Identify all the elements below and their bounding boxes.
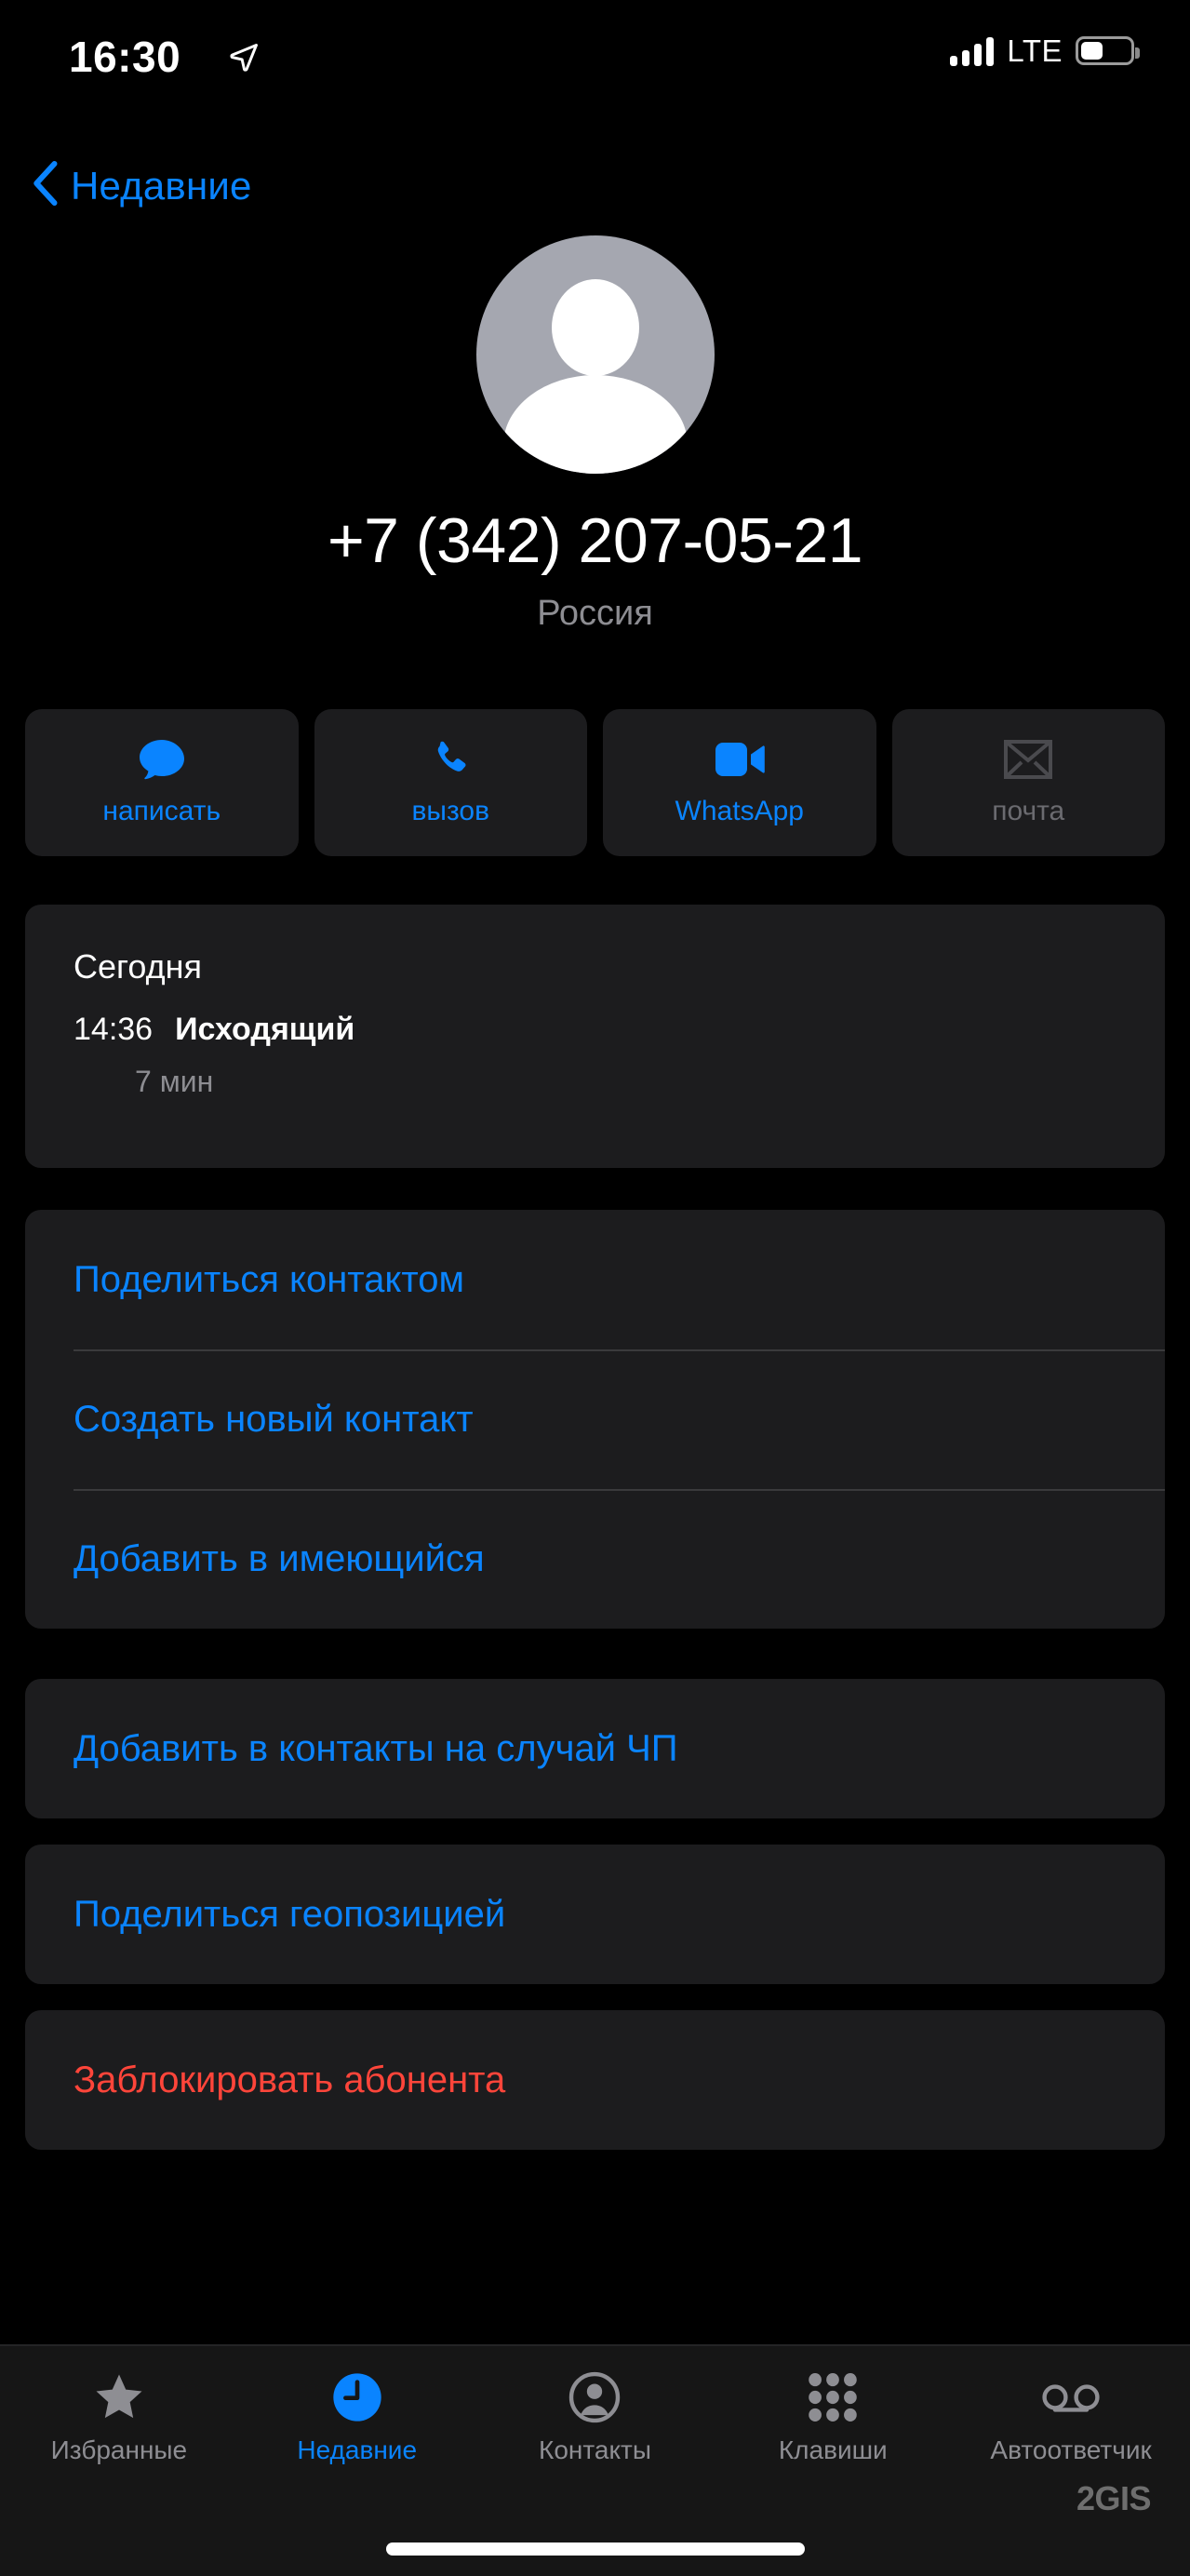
back-button[interactable]: Недавние	[32, 160, 252, 211]
tab-keypad[interactable]: Клавиши	[714, 2370, 952, 2465]
whatsapp-action-label: WhatsApp	[675, 796, 804, 826]
quick-actions-row: написать вызов WhatsApp почта	[25, 709, 1165, 856]
add-emergency-contact-item[interactable]: Добавить в контакты на случай ЧП	[25, 1679, 1165, 1818]
call-details-screen: 16:30 LTE Недавние +7 (342) 207-05-21 Ро…	[0, 0, 1190, 2576]
call-history-day: Сегодня	[74, 947, 202, 986]
voicemail-icon	[1042, 2370, 1100, 2424]
tab-recents[interactable]: Недавние	[238, 2370, 476, 2465]
phone-handset-icon	[429, 738, 472, 781]
block-caller-item[interactable]: Заблокировать абонента	[25, 2010, 1165, 2150]
emergency-contacts-card: Добавить в контакты на случай ЧП	[25, 1679, 1165, 1818]
message-action-label: написать	[102, 796, 221, 826]
share-location-card: Поделиться геопозицией	[25, 1845, 1165, 1984]
call-history-row: 14:36 Исходящий	[74, 1012, 354, 1048]
location-arrow-icon	[228, 41, 260, 77]
create-new-contact-item[interactable]: Создать новый контакт	[25, 1349, 1165, 1489]
person-circle-icon	[568, 2370, 621, 2424]
home-indicator[interactable]	[385, 2542, 805, 2556]
share-contact-item[interactable]: Поделиться контактом	[25, 1210, 1165, 1349]
status-bar-time: 16:30	[69, 33, 181, 81]
clock-icon	[331, 2370, 383, 2424]
tab-favorites-label: Избранные	[50, 2435, 188, 2464]
tab-recents-label: Недавние	[297, 2435, 418, 2464]
envelope-icon	[1004, 738, 1053, 781]
tab-contacts[interactable]: Контакты	[476, 2370, 715, 2465]
mail-action-button: почта	[891, 709, 1165, 856]
battery-icon	[1076, 36, 1140, 65]
call-history-duration: 7 мин	[135, 1065, 214, 1098]
call-history-type: Исходящий	[175, 1012, 355, 1047]
call-history-card: Сегодня 14:36 Исходящий 7 мин	[25, 905, 1165, 1168]
call-action-button[interactable]: вызов	[314, 709, 587, 856]
whatsapp-action-button[interactable]: WhatsApp	[603, 709, 876, 856]
video-camera-icon	[715, 738, 765, 781]
keypad-icon	[809, 2370, 858, 2424]
add-to-existing-contact-item[interactable]: Добавить в имеющийся	[25, 1489, 1165, 1629]
navigation-bar: Недавние	[0, 160, 1190, 225]
default-person-avatar-icon	[475, 235, 715, 474]
contact-country-label: Россия	[537, 594, 653, 633]
page-title: +7 (342) 207-05-21	[327, 505, 863, 576]
message-action-button[interactable]: написать	[25, 709, 299, 856]
share-location-item[interactable]: Поделиться геопозицией	[25, 1845, 1165, 1984]
tab-voicemail[interactable]: Автоответчик	[952, 2370, 1190, 2465]
call-action-label: вызов	[411, 796, 490, 826]
tab-bar: Избранные Недавние Контакты Клавиши Авто…	[0, 2344, 1190, 2576]
network-type-label: LTE	[1007, 34, 1063, 68]
status-bar: 16:30 LTE	[0, 0, 1190, 102]
tab-favorites[interactable]: Избранные	[0, 2370, 238, 2465]
tab-keypad-label: Клавиши	[778, 2435, 888, 2464]
chevron-left-icon	[32, 160, 58, 211]
block-caller-card: Заблокировать абонента	[25, 2010, 1165, 2150]
contact-actions-card: Поделиться контактом Создать новый конта…	[25, 1210, 1165, 1629]
tab-contacts-label: Контакты	[539, 2435, 651, 2464]
tab-voicemail-label: Автоответчик	[990, 2435, 1152, 2464]
message-bubble-icon	[138, 738, 186, 781]
cellular-signal-icon	[950, 36, 995, 66]
back-button-label: Недавние	[71, 163, 252, 208]
watermark: 2GIS	[1076, 2479, 1152, 2517]
call-history-time: 14:36	[74, 1012, 154, 1047]
star-icon	[93, 2370, 145, 2424]
status-bar-right: LTE	[950, 34, 1140, 68]
mail-action-label: почта	[992, 796, 1065, 826]
